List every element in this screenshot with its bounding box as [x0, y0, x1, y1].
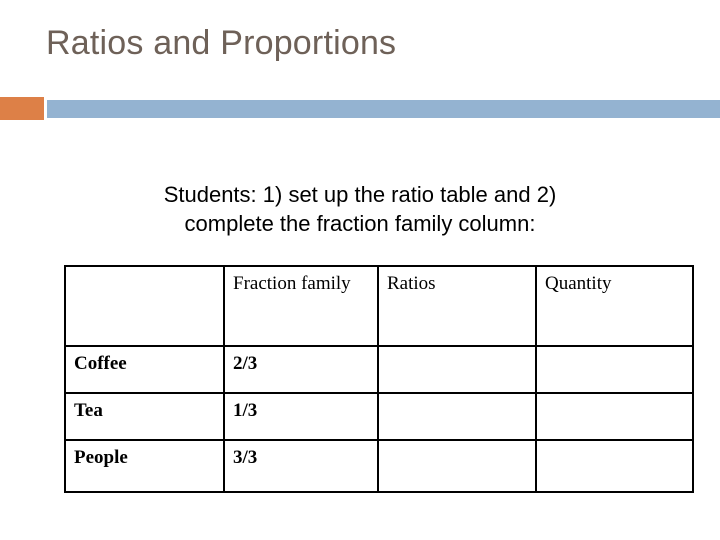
ratio-table: Fraction family Ratios Quantity Coffee 2…: [64, 265, 694, 493]
instruction-line-1: Students: 1) set up the ratio table and …: [163, 182, 557, 207]
row-label-coffee: Coffee: [64, 345, 225, 394]
cell-coffee-fraction-family[interactable]: 2/3: [223, 345, 379, 394]
cell-tea-ratios[interactable]: [377, 392, 537, 441]
table-row: Coffee 2/3: [64, 345, 694, 394]
table-row: People 3/3: [64, 439, 694, 493]
instruction-line-2: complete the fraction family column:: [184, 211, 536, 236]
table-corner-cell: [64, 265, 225, 347]
accent-bar-orange: [0, 97, 44, 120]
column-header-fraction-family: Fraction family: [223, 265, 379, 347]
table-header-row: Fraction family Ratios Quantity: [64, 265, 694, 347]
row-label-people: People: [64, 439, 225, 493]
accent-bar-blue: [47, 100, 720, 118]
row-label-tea: Tea: [64, 392, 225, 441]
cell-people-ratios[interactable]: [377, 439, 537, 493]
column-header-ratios: Ratios: [377, 265, 537, 347]
cell-tea-fraction-family[interactable]: 1/3: [223, 392, 379, 441]
cell-tea-quantity[interactable]: [535, 392, 694, 441]
cell-coffee-quantity[interactable]: [535, 345, 694, 394]
cell-coffee-ratios[interactable]: [377, 345, 537, 394]
instruction-text: Students: 1) set up the ratio table and …: [60, 180, 660, 238]
cell-people-fraction-family[interactable]: 3/3: [223, 439, 379, 493]
column-header-quantity: Quantity: [535, 265, 694, 347]
page-title: Ratios and Proportions: [46, 24, 397, 62]
cell-people-quantity[interactable]: [535, 439, 694, 493]
table-row: Tea 1/3: [64, 392, 694, 441]
